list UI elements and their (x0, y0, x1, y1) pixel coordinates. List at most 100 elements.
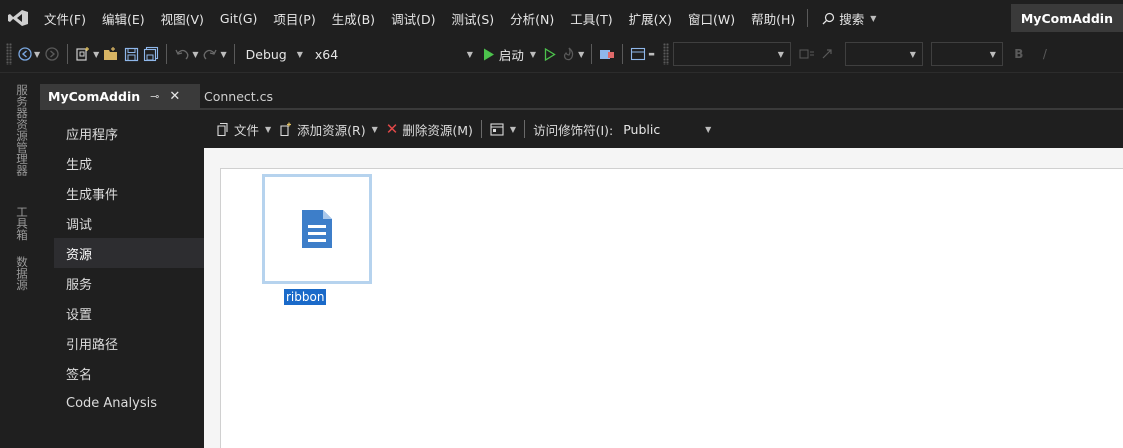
menu-extensions[interactable]: 扩展(X) (621, 0, 680, 36)
nav-item-services[interactable]: 服务 (54, 268, 204, 298)
configuration-value: Debug (245, 46, 287, 62)
pin-icon[interactable]: ⊸ (150, 90, 159, 103)
visual-studio-logo-icon[interactable] (0, 0, 36, 36)
navigate-back-icon[interactable]: ▼ (16, 42, 42, 66)
chevron-down-icon: ▼ (989, 49, 996, 59)
chevron-down-icon: ▼ (466, 49, 473, 59)
menu-help[interactable]: 帮助(H) (743, 0, 803, 36)
chevron-down-icon: ▼ (509, 124, 517, 134)
nav-item-code-analysis[interactable]: Code Analysis (54, 388, 204, 418)
menu-build[interactable]: 生成(B) (324, 0, 383, 36)
toolbox-icon[interactable] (597, 42, 617, 66)
view-mode-button[interactable]: ▼ (486, 122, 520, 136)
undo-icon[interactable]: ▼ (172, 42, 200, 66)
new-project-icon[interactable]: ▼ (73, 42, 101, 66)
toolbox-tab[interactable]: 工具箱 (14, 206, 30, 241)
search-icon (822, 12, 835, 24)
tab-connect-cs[interactable]: Connect.cs (200, 84, 277, 108)
chevron-down-icon: ▼ (265, 124, 272, 134)
toolbar-divider (0, 72, 1123, 78)
chevron-down-icon: ▼ (909, 49, 916, 59)
chevron-down-icon: ▼ (529, 49, 537, 59)
solution-configuration-select[interactable]: Debug ▼ (240, 42, 309, 66)
resize-icon[interactable] (817, 42, 837, 66)
solution-name[interactable]: MyComAddin (1010, 4, 1123, 32)
add-resource-button[interactable]: 添加资源(R) ▼ (275, 120, 382, 139)
nav-item-build-events[interactable]: 生成事件 (54, 178, 204, 208)
search-label: 搜索 (839, 11, 865, 27)
file-icon (217, 122, 228, 136)
start-debugging-button[interactable]: 启动 ▼ (479, 45, 540, 64)
menu-analyze[interactable]: 分析(N) (502, 0, 562, 36)
menu-git[interactable]: Git(G) (212, 0, 266, 36)
left-tool-window-strip: 服务器资源管理器 工具箱 数据源 (0, 78, 40, 448)
menu-tools[interactable]: 工具(T) (562, 0, 620, 36)
chevron-down-icon: ▼ (371, 124, 378, 134)
nav-item-application[interactable]: 应用程序 (54, 118, 204, 148)
view-icon (490, 122, 504, 136)
text-file-icon (302, 210, 332, 248)
menu-edit[interactable]: 编辑(E) (94, 0, 153, 36)
project-properties-nav: 应用程序 生成 生成事件 调试 资源 服务 设置 引用路径 签名 Code An… (54, 110, 214, 448)
font-name-select[interactable]: ▼ (844, 42, 923, 66)
menu-bar: 文件(F) 编辑(E) 视图(V) Git(G) 项目(P) 生成(B) 调试(… (0, 0, 1123, 36)
solution-platform-select[interactable]: x64 ▼ (309, 42, 479, 66)
server-explorer-tab[interactable]: 服务器资源管理器 (14, 84, 30, 176)
data-sources-tab[interactable]: 数据源 (14, 256, 30, 291)
nav-item-debug[interactable]: 调试 (54, 208, 204, 238)
access-modifier-select[interactable]: Public ▼ (617, 122, 717, 137)
chevron-down-icon: ▼ (705, 124, 712, 134)
bold-button[interactable]: B (1009, 42, 1029, 66)
delete-resource-button[interactable]: ✕ 删除资源(M) (382, 120, 477, 139)
access-modifier-value: Public (623, 121, 661, 137)
tab-label: MyComAddin (48, 88, 141, 104)
delete-resource-label: 删除资源(M) (402, 122, 473, 138)
toolbar-grip[interactable] (662, 43, 669, 65)
start-without-debugging-icon[interactable] (540, 42, 560, 66)
menu-separator (807, 9, 809, 27)
nav-item-resources[interactable]: 资源 (54, 238, 214, 268)
resource-toolbar: 文件 ▼ 添加资源(R) ▼ ✕ 删除资源(M) ▼ 访问修饰符(I): Pub… (204, 116, 717, 142)
format-selection-icon[interactable] (797, 42, 817, 66)
close-icon[interactable]: ✕ (169, 89, 180, 104)
chevron-down-icon: ▼ (777, 49, 784, 59)
hot-reload-icon[interactable]: ▼ (560, 42, 586, 66)
chevron-down-icon: ▼ (870, 13, 877, 23)
nav-item-build[interactable]: 生成 (54, 148, 204, 178)
save-all-icon[interactable] (141, 42, 161, 66)
menu-file[interactable]: 文件(F) (36, 0, 94, 36)
resource-type-button[interactable]: 文件 ▼ (212, 120, 275, 139)
italic-button[interactable]: / (1035, 42, 1055, 66)
nav-item-reference-paths[interactable]: 引用路径 (54, 328, 204, 358)
chevron-down-icon: ▼ (296, 49, 303, 59)
navigate-forward-icon[interactable] (42, 42, 62, 66)
menu-debug[interactable]: 调试(D) (383, 0, 443, 36)
nav-item-label: 资源 (66, 247, 93, 263)
menu-view[interactable]: 视图(V) (153, 0, 212, 36)
menu-test[interactable]: 测试(S) (443, 0, 502, 36)
toolbar-empty-select[interactable]: ▼ (672, 42, 791, 66)
resource-item-name[interactable]: ribbon (284, 289, 327, 305)
menu-project[interactable]: 项目(P) (265, 0, 323, 36)
redo-icon[interactable]: ▼ (200, 42, 228, 66)
open-folder-icon[interactable] (101, 42, 121, 66)
tab-mycomaddin-properties[interactable]: MyComAddin ⊸ ✕ (40, 84, 200, 108)
search-box[interactable]: 搜索 ▼ (814, 9, 884, 28)
file-label: 文件 (234, 122, 260, 138)
add-resource-icon (280, 122, 292, 136)
standard-toolbar: ▼ ▼ ▼ ▼ Debug ▼ x64 ▼ 启动 ▼ ▼ ▬ ▼ ▼ ▼ B / (0, 36, 1123, 72)
document-tab-strip: MyComAddin ⊸ ✕ Connect.cs (40, 84, 1123, 108)
window-layout-icon[interactable]: ▬ (628, 42, 657, 66)
toolbar-grip[interactable] (6, 43, 12, 65)
access-modifier-label: 访问修饰符(I): (533, 122, 614, 138)
add-resource-label: 添加资源(R) (297, 122, 366, 138)
font-size-select[interactable]: ▼ (930, 42, 1003, 66)
save-icon[interactable] (121, 42, 141, 66)
nav-item-signing[interactable]: 签名 (54, 358, 204, 388)
platform-value: x64 (314, 46, 339, 62)
nav-item-settings[interactable]: 设置 (54, 298, 204, 328)
play-icon (483, 48, 494, 60)
menu-window[interactable]: 窗口(W) (680, 0, 743, 36)
delete-icon: ✕ (385, 120, 399, 138)
resource-item-ribbon[interactable] (262, 174, 372, 284)
